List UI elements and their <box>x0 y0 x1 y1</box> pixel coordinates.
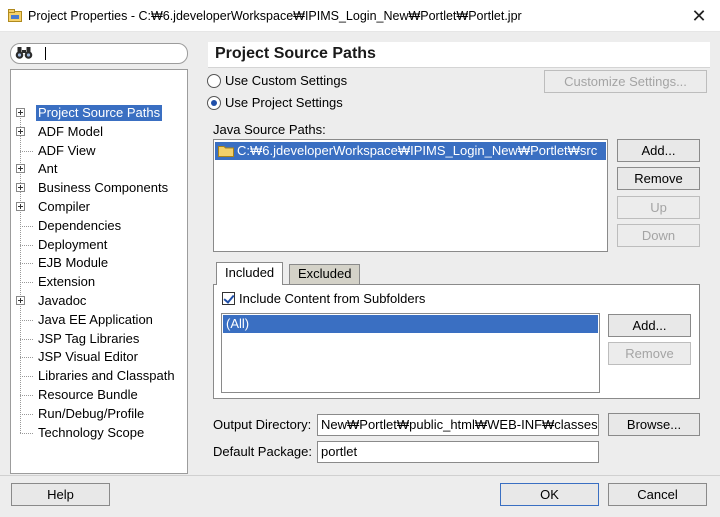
page-title: Project Source Paths <box>215 45 376 62</box>
include-subfolders-checkbox[interactable] <box>222 292 235 305</box>
output-directory-label: Output Directory: <box>213 417 312 432</box>
tree-item[interactable]: Resource Bundle <box>11 386 187 404</box>
binoculars-icon <box>15 47 33 59</box>
tree-item[interactable]: Business Components <box>11 179 187 197</box>
tree-item-label: Extension <box>38 274 96 290</box>
tree-item[interactable]: ADF View <box>11 142 187 160</box>
window-title: Project Properties - C:₩6.jdeveloperWork… <box>28 9 522 23</box>
tree-item[interactable]: Ant <box>11 160 187 178</box>
tree-item-label: Project Source Paths <box>36 105 163 121</box>
tree-item-label: Resource Bundle <box>38 387 138 402</box>
search-input[interactable] <box>10 43 188 64</box>
browse-button[interactable]: Browse... <box>608 413 700 436</box>
folder-icon <box>218 146 234 157</box>
app-icon <box>8 9 22 22</box>
tree-item-label: Javadoc <box>38 293 87 308</box>
tree-item-label: Deployment <box>38 236 108 252</box>
radio-button-selected[interactable] <box>207 96 221 110</box>
use-custom-settings-radio[interactable]: Use Custom Settings <box>207 72 367 90</box>
expand-icon[interactable] <box>16 126 25 136</box>
expand-icon[interactable] <box>16 183 25 193</box>
tree-item-label: ADF View <box>38 142 96 158</box>
tree-item-label: EJB Module <box>38 255 109 271</box>
java-source-paths-list[interactable]: C:₩6.jdeveloperWorkspace₩IPIMS_Login_New… <box>213 139 608 252</box>
expand-icon[interactable] <box>16 296 25 305</box>
customize-settings-button[interactable]: Customize Settings... <box>544 70 707 93</box>
tree-connector <box>20 263 33 265</box>
tree-connector <box>20 395 33 396</box>
source-path-text: C:₩6.jdeveloperWorkspace₩IPIMS_Login_New… <box>237 143 598 158</box>
include-subfolders-label: Include Content from Subfolders <box>239 291 426 306</box>
tab-included[interactable]: Included <box>216 262 284 285</box>
tree-item-label: Libraries and Classpath <box>38 368 175 384</box>
expand-icon[interactable] <box>16 164 25 174</box>
tree-item[interactable]: EJB Module <box>11 254 187 272</box>
tree-item-label: Technology Scope <box>38 424 145 440</box>
output-directory-field[interactable]: New₩Portlet₩public_html₩WEB-INF₩classes <box>317 414 599 436</box>
add-source-path-button[interactable]: Add... <box>617 139 700 162</box>
expand-icon[interactable] <box>16 108 25 117</box>
text-caret <box>45 47 46 60</box>
help-button[interactable]: Help <box>11 483 110 506</box>
footer-divider <box>0 475 720 476</box>
tree-connector <box>20 413 33 415</box>
tree-item[interactable]: Java EE Application <box>11 311 187 329</box>
remove-included-button[interactable]: Remove <box>608 342 691 365</box>
tree-item[interactable]: Dependencies <box>11 217 187 235</box>
cancel-button[interactable]: Cancel <box>608 483 707 506</box>
tree-item-label: Compiler <box>38 199 91 214</box>
tree-item-label: Run/Debug/Profile <box>38 405 145 421</box>
move-up-button[interactable]: Up <box>617 196 700 219</box>
tree-item[interactable]: JSP Tag Libraries <box>11 330 187 348</box>
window-titlebar: Project Properties - C:₩6.jdeveloperWork… <box>0 0 720 32</box>
tree-item[interactable]: Technology Scope <box>11 424 187 442</box>
tree-connector <box>20 225 33 227</box>
tree-item[interactable]: JSP Visual Editor <box>11 348 187 366</box>
add-included-button[interactable]: Add... <box>608 314 691 337</box>
tab-excluded[interactable]: Excluded <box>289 264 361 284</box>
expand-icon[interactable] <box>16 202 25 211</box>
radio-label: Use Project Settings <box>225 95 343 110</box>
ok-button[interactable]: OK <box>500 483 599 506</box>
move-down-button[interactable]: Down <box>617 224 700 247</box>
close-icon[interactable]: ✕ <box>686 3 712 29</box>
tree-item-label: ADF Model <box>38 123 104 139</box>
list-item[interactable]: (All) <box>223 315 598 333</box>
tree-item-label: JSP Tag Libraries <box>38 330 140 346</box>
default-package-label: Default Package: <box>213 444 313 459</box>
use-project-settings-radio[interactable]: Use Project Settings <box>207 94 367 112</box>
default-package-field[interactable]: portlet <box>317 441 599 463</box>
tree-item-label: Dependencies <box>38 217 122 233</box>
tree-item-label: Ant <box>38 161 58 177</box>
included-list[interactable]: (All) <box>221 313 600 393</box>
tree-connector <box>20 150 33 152</box>
project-properties-dialog: Project Source Paths ADF Model ADF View Ant… <box>0 32 720 517</box>
java-source-paths-label: Java Source Paths: <box>213 122 326 137</box>
tree-item[interactable]: Javadoc <box>11 292 187 310</box>
tree-item[interactable]: Compiler <box>11 198 187 216</box>
tree-connector <box>20 319 33 321</box>
radio-label: Use Custom Settings <box>225 73 348 88</box>
tree-connector <box>20 282 33 284</box>
list-item[interactable]: C:₩6.jdeveloperWorkspace₩IPIMS_Login_New… <box>215 142 606 160</box>
tree-connector <box>20 244 33 246</box>
tree-item[interactable]: ADF Model <box>11 123 187 141</box>
tree-item[interactable]: Run/Debug/Profile <box>11 405 187 423</box>
radio-button[interactable] <box>207 74 221 88</box>
category-tree[interactable]: Project Source Paths ADF Model ADF View Ant… <box>10 69 188 474</box>
tree-connector <box>20 432 33 434</box>
tree-connector <box>20 357 33 359</box>
tree-item[interactable]: Project Source Paths <box>11 104 187 122</box>
tree-item-label: JSP Visual Editor <box>38 349 138 365</box>
tree-connector <box>20 338 33 340</box>
panel-header: Project Source Paths <box>208 42 710 68</box>
tree-item[interactable]: Extension <box>11 273 187 291</box>
tree-item[interactable]: Libraries and Classpath <box>11 367 187 385</box>
remove-source-path-button[interactable]: Remove <box>617 167 700 190</box>
tree-item-label: Java EE Application <box>38 311 153 327</box>
tree-item[interactable]: Deployment <box>11 236 187 254</box>
tree-item-label: Business Components <box>38 180 169 196</box>
tree-connector <box>20 376 33 378</box>
